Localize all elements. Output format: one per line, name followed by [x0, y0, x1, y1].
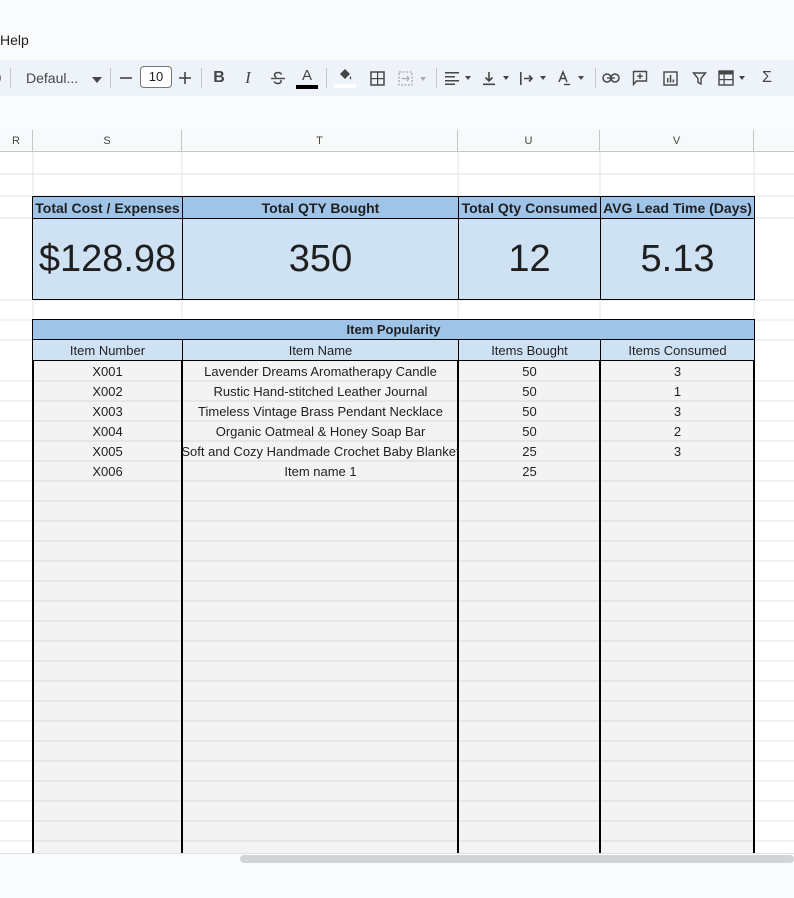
table-border-col-t	[457, 360, 459, 853]
table-cell-items-consumed[interactable]: 3	[601, 401, 754, 421]
table-cell-item-number[interactable]: X004	[33, 421, 182, 441]
table-cell-item-number[interactable]: X006	[33, 461, 182, 481]
italic-icon[interactable]: I	[237, 60, 259, 96]
table-cell-items-consumed[interactable]: 3	[601, 441, 754, 461]
chart-icon[interactable]	[658, 60, 682, 96]
table-cell-items-bought[interactable]: 50	[459, 361, 600, 381]
table-cell-item-number[interactable]: X001	[33, 361, 182, 381]
text-color-swatch	[296, 85, 318, 89]
format-painter-icon[interactable]	[0, 60, 6, 96]
summary-value-total-qty-consumed[interactable]: 12	[458, 218, 601, 300]
table-cell-item-name[interactable]: Organic Oatmeal & Honey Soap Bar	[183, 421, 458, 441]
popularity-header-item-number: Item Number	[32, 339, 183, 361]
toolbar-separator	[110, 68, 111, 88]
decrease-font-icon[interactable]	[116, 60, 136, 96]
summary-value-total-cost[interactable]: $128.98	[32, 218, 183, 300]
summary-header-total-qty-bought: Total QTY Bought	[182, 196, 459, 219]
font-family-value: Defaul...	[26, 70, 79, 86]
font-size-input[interactable]: 10	[140, 66, 172, 88]
menu-help[interactable]: Help	[0, 32, 29, 48]
borders-icon[interactable]	[366, 60, 388, 96]
table-cell-item-name[interactable]: Soft and Cozy Handmade Crochet Baby Blan…	[183, 441, 458, 461]
summary-value-total-qty-bought[interactable]: 350	[182, 218, 459, 300]
popularity-header-items-bought: Items Bought	[458, 339, 601, 361]
toolbar-separator	[595, 68, 596, 88]
toolbar: Defaul... B I A Σ	[0, 60, 794, 96]
fill-color-swatch	[334, 84, 356, 88]
strikethrough-icon[interactable]	[266, 60, 290, 96]
table-cell-items-consumed[interactable]: 1	[601, 381, 754, 401]
summary-header-avg-lead-time: AVG Lead Time (Days)	[600, 196, 755, 219]
text-color-glyph: A	[301, 67, 312, 84]
popularity-header-items-consumed: Items Consumed	[600, 339, 755, 361]
table-cell-item-number[interactable]: X002	[33, 381, 182, 401]
spreadsheet-app: Help Defaul... B I A Σ 10 R S T U V Tota…	[0, 0, 794, 898]
summary-value-avg-lead-time[interactable]: 5.13	[600, 218, 755, 300]
table-cell-items-bought[interactable]: 50	[459, 421, 600, 441]
link-icon[interactable]	[599, 60, 623, 96]
horizontal-scrollbar[interactable]	[240, 855, 794, 863]
vertical-align-icon[interactable]	[480, 60, 514, 96]
table-border-col-s	[181, 360, 183, 853]
align-icon[interactable]	[442, 60, 476, 96]
table-border-right	[753, 360, 755, 853]
table-cell-items-bought[interactable]: 50	[459, 381, 600, 401]
bold-icon[interactable]: B	[208, 60, 230, 96]
toolbar-separator	[201, 68, 202, 88]
toolbar-separator	[10, 68, 11, 88]
fill-color-icon[interactable]	[332, 60, 358, 96]
functions-icon[interactable]: Σ	[756, 60, 778, 96]
table-border-left	[32, 360, 34, 853]
increase-font-icon[interactable]	[175, 60, 195, 96]
toolbar-separator	[326, 68, 327, 88]
popularity-title: Item Popularity	[32, 319, 755, 340]
comment-icon[interactable]	[628, 60, 652, 96]
table-cell-item-name[interactable]: Timeless Vintage Brass Pendant Necklace	[183, 401, 458, 421]
summary-header-total-cost: Total Cost / Expenses	[32, 196, 183, 219]
popularity-header-item-name: Item Name	[182, 339, 459, 361]
table-cell-items-consumed[interactable]: 2	[601, 421, 754, 441]
summary-header-total-qty-consumed: Total Qty Consumed	[458, 196, 601, 219]
table-cell-item-number[interactable]: X003	[33, 401, 182, 421]
table-cell-items-consumed[interactable]	[601, 461, 754, 481]
text-rotation-icon[interactable]	[555, 60, 589, 96]
text-color-icon[interactable]: A	[294, 60, 320, 96]
table-cell-items-consumed[interactable]: 3	[601, 361, 754, 381]
font-family-select[interactable]: Defaul...	[18, 66, 106, 90]
table-cell-item-name[interactable]: Item name 1	[183, 461, 458, 481]
table-cell-item-name[interactable]: Rustic Hand-stitched Leather Journal	[183, 381, 458, 401]
toolbar-separator	[436, 68, 437, 88]
table-cell-item-name[interactable]: Lavender Dreams Aromatherapy Candle	[183, 361, 458, 381]
table-cell-item-number[interactable]: X005	[33, 441, 182, 461]
table-cell-items-bought[interactable]: 25	[459, 461, 600, 481]
sheet-grid[interactable]: R S T U V Total Cost / Expenses Total QT…	[0, 130, 794, 853]
table-cell-items-bought[interactable]: 50	[459, 401, 600, 421]
merge-cells-icon[interactable]	[396, 60, 430, 96]
table-icon[interactable]	[716, 60, 750, 96]
table-border-col-u	[599, 360, 601, 853]
table-cell-items-bought[interactable]: 25	[459, 441, 600, 461]
text-wrap-icon[interactable]	[517, 60, 551, 96]
filter-icon[interactable]	[687, 60, 711, 96]
font-caret-icon	[92, 70, 102, 86]
